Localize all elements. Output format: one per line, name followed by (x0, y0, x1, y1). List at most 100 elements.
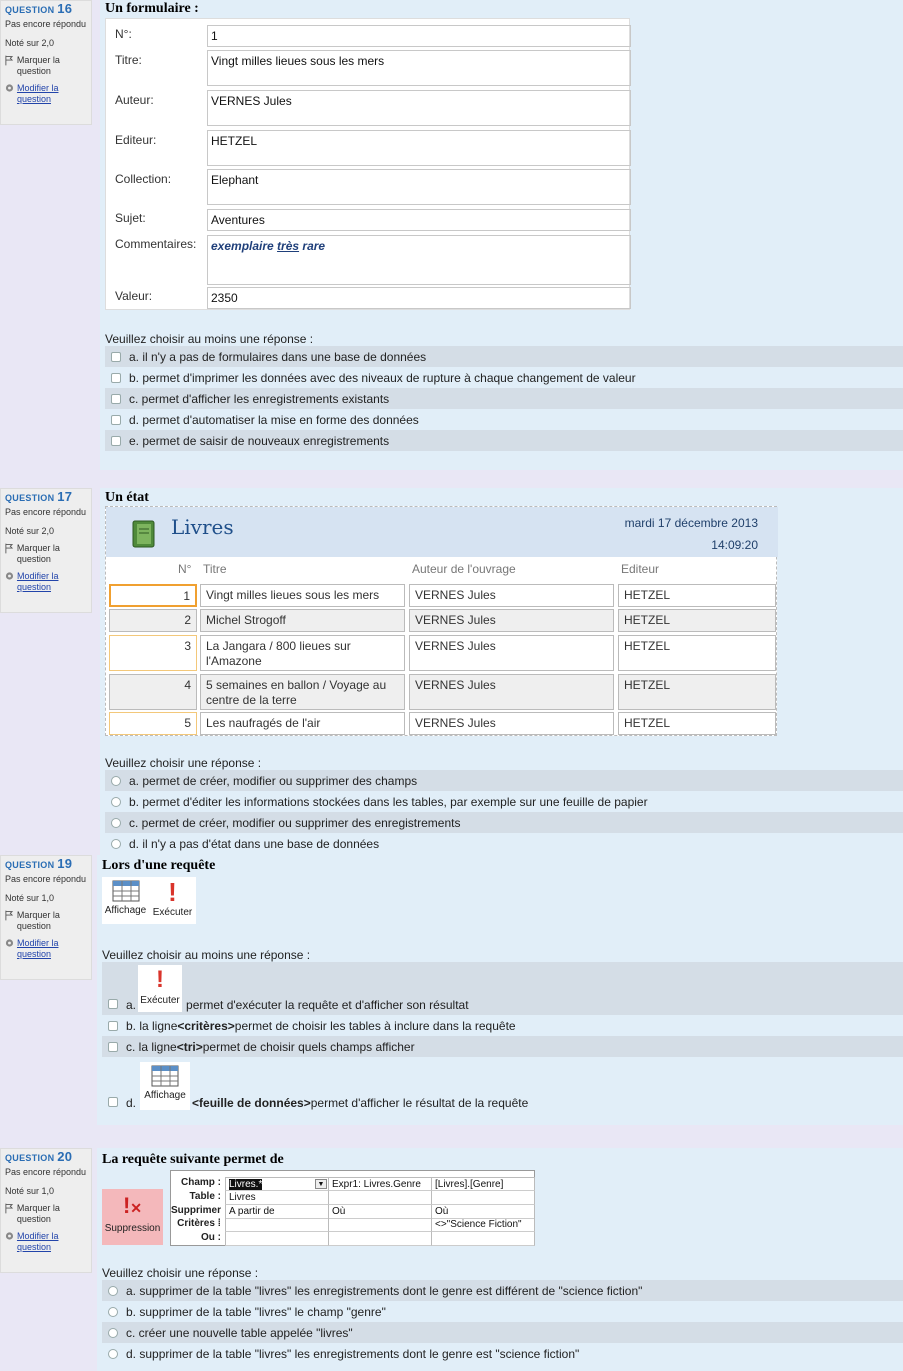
answer-option-b[interactable]: b. la ligne <critères> permet de choisir… (102, 1015, 903, 1036)
checkbox[interactable] (111, 414, 121, 425)
grid-cell (225, 1218, 329, 1232)
checkbox[interactable] (108, 1041, 118, 1052)
answer-option-a[interactable]: a. il n'y a pas de formulaires dans une … (105, 346, 903, 367)
report-header: Livres mardi 17 décembre 2013 14:09:20 (106, 507, 778, 557)
grid-cell (225, 1232, 329, 1246)
edit-question-link[interactable]: Modifier la question (5, 83, 87, 105)
question-number: QUESTION 17 (5, 489, 73, 504)
checkbox[interactable] (111, 372, 121, 383)
gear-icon (5, 939, 14, 947)
radio[interactable] (111, 838, 121, 849)
flag-icon (5, 910, 14, 921)
grid-cell (329, 1191, 432, 1205)
field-label: Commentaires: (115, 237, 197, 251)
question-number: QUESTION 19 (5, 856, 73, 871)
radio[interactable] (108, 1327, 118, 1338)
question-title: Un formulaire : (105, 1, 199, 16)
ribbon-run-label: Exécuter (152, 907, 193, 918)
flag-question-link[interactable]: Marquer la question (5, 543, 87, 565)
edit-question-link[interactable]: Modifier la question (5, 571, 87, 593)
answer-option-b[interactable]: b. permet d'imprimer les données avec de… (105, 367, 903, 388)
column-header: N° (178, 562, 192, 576)
checkbox[interactable] (111, 435, 121, 446)
question-info-19: QUESTION 19 Pas encore répondu Noté sur … (0, 855, 92, 980)
column-header: Editeur (621, 562, 660, 576)
question-number: QUESTION 16 (5, 1, 73, 16)
answer-option-b[interactable]: b. permet d'éditer les informations stoc… (105, 791, 903, 812)
answer-option-c[interactable]: c. permet de créer, modifier ou supprime… (105, 812, 903, 833)
checkbox[interactable] (108, 1020, 118, 1031)
delete-query-button: !✕ Suppression (102, 1189, 163, 1245)
question-number: QUESTION 20 (5, 1149, 73, 1164)
answer-prompt: Veuillez choisir une réponse : (105, 756, 262, 770)
flag-question-link[interactable]: Marquer la question (5, 55, 87, 77)
cell-number: 1 (109, 584, 197, 607)
flag-icon (5, 543, 14, 554)
cell-author: VERNES Jules (409, 674, 614, 710)
gear-icon (5, 1232, 14, 1240)
grid-cell: A partir de (225, 1205, 329, 1219)
edit-question-link[interactable]: Modifier la question (5, 938, 87, 960)
answer-prompt: Veuillez choisir au moins une réponse : (105, 332, 314, 346)
grid-cell: <>"Science Fiction" (432, 1218, 535, 1232)
cell-title: Les naufragés de l'air (200, 712, 405, 735)
flag-icon (5, 55, 14, 66)
cell-title: 5 semaines en ballon / Voyage au centre … (200, 674, 405, 710)
grid-row-label: Critères : (177, 1218, 221, 1229)
checkbox[interactable] (108, 1097, 118, 1107)
datasheet-icon (151, 1065, 179, 1087)
answer-option-a[interactable]: a. permet de créer, modifier ou supprime… (105, 770, 903, 791)
answer-option-a[interactable]: a. ! Exécuter permet d'exécuter la requê… (102, 962, 903, 1015)
edit-question-link[interactable]: Modifier la question (5, 1231, 87, 1253)
delete-query-label: Suppression (104, 1223, 161, 1234)
field-label: Collection: (115, 172, 172, 186)
question-grade: Noté sur 2,0 (5, 526, 55, 536)
field-label: Editeur: (115, 133, 157, 147)
cell-editor: HETZEL (618, 712, 776, 735)
answer-option-a[interactable]: a. supprimer de la table "livres" les en… (102, 1280, 903, 1301)
radio[interactable] (108, 1285, 118, 1296)
question-grade: Noté sur 2,0 (5, 38, 55, 48)
cell-title: Vingt milles lieues sous les mers (200, 584, 405, 607)
grid-cell (432, 1191, 535, 1205)
checkbox[interactable] (108, 999, 118, 1009)
answer-option-d[interactable]: d. permet d'automatiser la mise en forme… (105, 409, 903, 430)
checkbox[interactable] (111, 351, 121, 362)
radio[interactable] (111, 796, 121, 807)
grid-cell: Où (432, 1205, 535, 1219)
field-value: HETZEL (207, 130, 631, 166)
ribbon-view-label: Affichage (104, 905, 147, 916)
answer-option-d[interactable]: d. supprimer de la table "livres" les en… (102, 1343, 903, 1364)
radio[interactable] (108, 1348, 118, 1359)
cell-editor: HETZEL (618, 674, 776, 710)
flag-icon (5, 1203, 14, 1214)
answer-option-b[interactable]: b. supprimer de la table "livres" le cha… (102, 1301, 903, 1322)
answer-option-c[interactable]: c. la ligne <tri> permet de choisir quel… (102, 1036, 903, 1057)
radio[interactable] (111, 817, 121, 828)
answer-option-d[interactable]: d. il n'y a pas d'état dans une base de … (105, 833, 903, 854)
question-title: Lors d'une requête (102, 858, 216, 873)
cell-author: VERNES Jules (409, 635, 614, 671)
exclamation-icon: ! (156, 966, 165, 993)
checkbox[interactable] (111, 393, 121, 404)
flag-question-link[interactable]: Marquer la question (5, 910, 87, 932)
answer-option-d[interactable]: d. Affichage <feuille de données> permet … (102, 1057, 903, 1113)
question-grade: Noté sur 1,0 (5, 893, 55, 903)
radio[interactable] (111, 775, 121, 786)
gear-icon (5, 84, 14, 92)
flag-question-link[interactable]: Marquer la question (5, 1203, 87, 1225)
cell-author: VERNES Jules (409, 609, 614, 632)
field-value: Aventures (207, 209, 631, 231)
field-value-rich: exemplaire très rare (207, 235, 631, 285)
question-status: Pas encore répondu (5, 19, 87, 29)
answer-option-c[interactable]: c. créer une nouvelle table appelée "liv… (102, 1322, 903, 1343)
field-label: Valeur: (115, 289, 153, 303)
answer-option-e[interactable]: e. permet de saisir de nouveaux enregist… (105, 430, 903, 451)
answer-option-c[interactable]: c. permet d'afficher les enregistrements… (105, 388, 903, 409)
column-header: Auteur de l'ouvrage (412, 562, 516, 576)
question-16: QUESTION 16 Pas encore répondu Noté sur … (0, 0, 903, 485)
column-header: Titre (203, 562, 227, 576)
gear-icon (5, 572, 14, 580)
grid-row-label: Table : (189, 1191, 221, 1202)
radio[interactable] (108, 1306, 118, 1317)
